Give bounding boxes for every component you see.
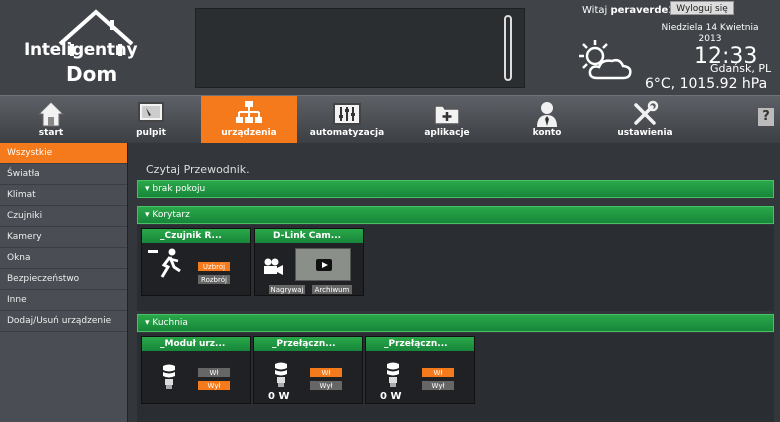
device-card-przelacznik-1: _Przełączn... 0 W Wł Wył bbox=[253, 336, 363, 404]
group-body-korytarz: _Czujnik R... Uzbrój Rozbrój D-Link Cam.… bbox=[137, 225, 774, 311]
logo-line1: Inteligentny bbox=[24, 40, 138, 60]
bulb-icon bbox=[163, 364, 175, 389]
header: Inteligentny Dom Witaj peraverde1 Wylogu… bbox=[0, 0, 780, 95]
camera-preview[interactable] bbox=[295, 248, 351, 281]
off-button[interactable]: Wył bbox=[421, 380, 455, 391]
archive-button[interactable]: Archiwum bbox=[311, 284, 353, 295]
network-icon bbox=[236, 101, 262, 123]
sidebar-item-wszystkie[interactable]: Wszystkie bbox=[0, 143, 127, 164]
nav-urzadzenia-label: urządzenia bbox=[221, 128, 277, 138]
folder-plus-icon bbox=[434, 105, 460, 125]
guide-link[interactable]: Czytaj Przewodnik. bbox=[146, 163, 250, 176]
device-card-czujnik: _Czujnik R... Uzbrój Rozbrój bbox=[141, 228, 251, 296]
nav-ustawienia-label: ustawienia bbox=[617, 128, 673, 138]
sidebar: Wszystkie Światła Klimat Czujniki Kamery… bbox=[0, 143, 127, 422]
message-panel bbox=[195, 8, 525, 88]
tools-icon bbox=[634, 100, 659, 125]
on-button[interactable]: Wł bbox=[197, 367, 231, 378]
motion-sensor-icon bbox=[148, 248, 181, 278]
nav-automatyzacja[interactable]: automatyzacja bbox=[299, 96, 395, 144]
disarm-button[interactable]: Rozbrój bbox=[197, 274, 231, 285]
device-title[interactable]: D-Link Cam... bbox=[255, 229, 363, 243]
sidebar-item-bezpieczenstwo[interactable]: Bezpieczeństwo bbox=[0, 269, 127, 290]
device-card-modul: _Moduł urz... Wł Wył bbox=[141, 336, 251, 404]
sidebar-item-czujniki[interactable]: Czujniki bbox=[0, 206, 127, 227]
play-icon[interactable] bbox=[316, 259, 332, 271]
off-button[interactable]: Wył bbox=[309, 380, 343, 391]
on-button[interactable]: Wł bbox=[421, 367, 455, 378]
device-title[interactable]: _Przełączn... bbox=[254, 337, 362, 351]
nav-urzadzenia[interactable]: urządzenia bbox=[201, 96, 297, 144]
video-camera-icon bbox=[264, 258, 283, 275]
group-header-korytarz[interactable]: ▾ Korytarz bbox=[137, 206, 774, 224]
nav-aplikacje-label: aplikacje bbox=[424, 128, 470, 138]
welcome-prefix: Witaj bbox=[582, 5, 608, 16]
sidebar-item-klimat[interactable]: Klimat bbox=[0, 185, 127, 206]
username: peraverde1 bbox=[610, 5, 676, 16]
sidebar-item-okna[interactable]: Okna bbox=[0, 248, 127, 269]
nav-start[interactable]: start bbox=[3, 96, 99, 144]
sliders-icon bbox=[333, 103, 361, 125]
device-card-przelacznik-2: _Przełączn... 0 W Wł Wył bbox=[365, 336, 475, 404]
main-content: Czytaj Przewodnik. ▾ brak pokoju ▾ Koryt… bbox=[127, 143, 780, 422]
power-readout: 0 W bbox=[268, 391, 290, 402]
group-title: brak pokoju bbox=[152, 184, 206, 194]
arm-button[interactable]: Uzbrój bbox=[197, 261, 231, 272]
date: Niedziela 14 Kwietnia 2013 bbox=[640, 23, 780, 45]
logo[interactable]: Inteligentny Dom bbox=[18, 8, 148, 88]
device-title[interactable]: _Moduł urz... bbox=[142, 337, 250, 351]
sidebar-item-swiatla[interactable]: Światła bbox=[0, 164, 127, 185]
nav-automatyzacja-label: automatyzacja bbox=[309, 128, 385, 138]
sidebar-item-dodaj-usun[interactable]: Dodaj/Usuń urządzenie bbox=[0, 311, 127, 332]
scrollbar[interactable] bbox=[504, 15, 512, 81]
logout-button[interactable]: Wyloguj się bbox=[670, 1, 734, 15]
nav-ustawienia[interactable]: ustawienia bbox=[597, 96, 693, 144]
date-line1: Niedziela 14 Kwietnia bbox=[661, 23, 759, 33]
nav-start-label: start bbox=[38, 128, 64, 138]
city: Gdańsk, PL bbox=[710, 62, 772, 75]
desktop-icon bbox=[138, 102, 164, 122]
record-button[interactable]: Nagrywaj bbox=[268, 284, 306, 295]
off-button[interactable]: Wył bbox=[197, 380, 231, 391]
bulb-icon bbox=[387, 362, 399, 387]
user-icon bbox=[537, 102, 557, 127]
home-icon bbox=[37, 101, 65, 127]
group-title: Korytarz bbox=[152, 210, 190, 220]
device-title[interactable]: _Przełączn... bbox=[366, 337, 474, 351]
group-title: Kuchnia bbox=[152, 318, 188, 328]
logo-line2: Dom bbox=[66, 62, 118, 86]
nav-konto-label: konto bbox=[532, 128, 562, 138]
group-header-kuchnia[interactable]: ▾ Kuchnia bbox=[137, 314, 774, 332]
group-header-brak-pokoju[interactable]: ▾ brak pokoju bbox=[137, 180, 774, 198]
sidebar-item-kamery[interactable]: Kamery bbox=[0, 227, 127, 248]
nav-pulpit-label: pulpit bbox=[136, 128, 166, 138]
device-title[interactable]: _Czujnik R... bbox=[142, 229, 250, 243]
device-card-camera: D-Link Cam... Nagrywaj Archiwum bbox=[254, 228, 364, 296]
nav-konto[interactable]: konto bbox=[499, 96, 595, 144]
group-body-kuchnia: _Moduł urz... Wł Wył _Przełączn... 0 W W… bbox=[137, 333, 774, 422]
sidebar-item-inne[interactable]: Inne bbox=[0, 290, 127, 311]
welcome-text: Witaj peraverde1 bbox=[582, 5, 675, 16]
weather-readout: 6°C, 1015.92 hPa bbox=[645, 76, 768, 92]
power-readout: 0 W bbox=[380, 391, 402, 402]
help-button[interactable]: ? bbox=[758, 108, 774, 126]
nav-pulpit[interactable]: pulpit bbox=[103, 96, 199, 144]
partly-cloudy-icon bbox=[579, 40, 632, 80]
bulb-icon bbox=[275, 362, 287, 387]
nav-aplikacje[interactable]: aplikacje bbox=[399, 96, 495, 144]
on-button[interactable]: Wł bbox=[309, 367, 343, 378]
main-nav: start pulpit urządzenia automatyzacja ap… bbox=[0, 95, 780, 144]
